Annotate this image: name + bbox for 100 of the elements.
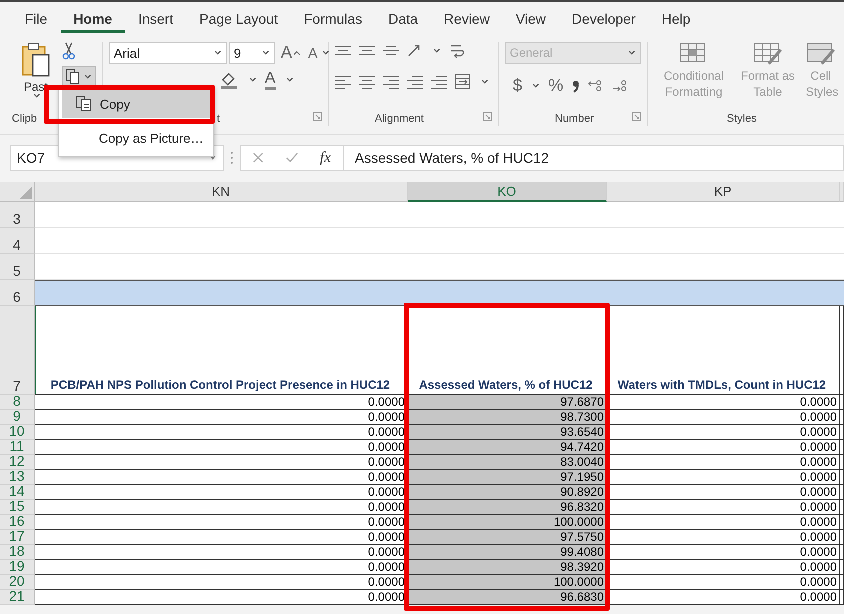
ribbon-tab[interactable]: Insert xyxy=(125,7,186,33)
row-header[interactable]: 8 xyxy=(0,395,35,410)
table-cell: 0.0000 xyxy=(35,410,408,425)
table-cell: 0.0000 xyxy=(35,515,408,530)
check-icon[interactable] xyxy=(286,152,298,164)
caret-icon[interactable] xyxy=(215,51,222,55)
table-cell: 100.0000 xyxy=(408,575,607,590)
caret-icon[interactable] xyxy=(263,51,270,55)
dialog-launcher-icon[interactable] xyxy=(483,112,492,121)
decrease-indent-icon[interactable] xyxy=(407,74,423,90)
row-header[interactable]: 6 xyxy=(0,280,35,306)
cell-brush-icon xyxy=(806,42,836,68)
row-header[interactable]: 16 xyxy=(0,515,35,530)
caret-icon[interactable] xyxy=(434,49,441,53)
align-right-icon[interactable] xyxy=(383,74,399,90)
column-header[interactable]: KN xyxy=(35,182,408,202)
ribbon-tab[interactable]: Data xyxy=(375,7,432,33)
caret-icon[interactable] xyxy=(629,51,636,55)
table-cell: 0.0000 xyxy=(35,440,408,455)
table-cell: 90.8920 xyxy=(408,485,607,500)
table-cell: 0.0000 xyxy=(35,590,408,605)
grow-font-button[interactable]: A xyxy=(281,43,292,63)
ribbon-tab[interactable]: Home xyxy=(60,7,126,33)
caret-icon[interactable] xyxy=(85,75,92,79)
menu-item[interactable]: Copy xyxy=(62,90,212,118)
row-header[interactable]: 20 xyxy=(0,575,35,590)
formula-field[interactable]: Assessed Waters, % of HUC12 xyxy=(343,145,844,171)
table-cell: 100.0000 xyxy=(408,515,607,530)
scissors-icon[interactable] xyxy=(62,42,76,60)
row-header[interactable]: 12 xyxy=(0,455,35,470)
row-header[interactable]: 5 xyxy=(0,254,35,280)
row-header[interactable]: 17 xyxy=(0,530,35,545)
font-color-button[interactable]: A xyxy=(265,70,276,90)
dialog-launcher-icon[interactable] xyxy=(313,112,322,121)
caret-icon[interactable] xyxy=(482,80,489,84)
increase-decimal-icon[interactable] xyxy=(588,79,604,93)
ribbon-tab[interactable]: Formulas xyxy=(291,7,376,33)
row-header[interactable]: 13 xyxy=(0,470,35,485)
merge-cells-icon[interactable] xyxy=(455,74,471,90)
table-cell: 98.7300 xyxy=(408,410,607,425)
align-bottom-icon[interactable] xyxy=(383,44,399,58)
shrink-font-button[interactable]: A xyxy=(308,45,318,61)
row-header[interactable]: 7 xyxy=(0,306,35,395)
font-name-field[interactable]: Arial xyxy=(109,42,227,64)
ribbon-tab[interactable]: View xyxy=(502,7,560,33)
table-cell: 99.4080 xyxy=(408,545,607,560)
row-header[interactable]: 11 xyxy=(0,440,35,455)
currency-button[interactable]: $ xyxy=(513,76,522,96)
table-cell: 0.0000 xyxy=(607,410,840,425)
table-cell: 0.0000 xyxy=(607,500,840,515)
table-cell: 96.6830 xyxy=(408,590,607,605)
align-middle-icon[interactable] xyxy=(359,44,375,58)
comma-style-icon[interactable] xyxy=(572,79,580,93)
clipboard-icon xyxy=(21,42,51,78)
caret-icon[interactable] xyxy=(250,78,257,82)
increase-indent-icon[interactable] xyxy=(431,74,447,90)
row-header[interactable]: 3 xyxy=(0,202,35,228)
table-cell: 0.0000 xyxy=(607,470,840,485)
table-cell: 0.0000 xyxy=(35,455,408,470)
dialog-launcher-icon[interactable] xyxy=(632,112,641,121)
align-center-icon[interactable] xyxy=(359,74,375,90)
row-header[interactable]: 9 xyxy=(0,410,35,425)
caret-icon[interactable] xyxy=(322,51,330,55)
table-cell: 0.0000 xyxy=(35,470,408,485)
font-size-field[interactable]: 9 xyxy=(229,42,275,64)
ribbon-tab[interactable]: Developer xyxy=(559,7,649,33)
row-header[interactable]: 21 xyxy=(0,590,35,605)
caret-icon[interactable] xyxy=(533,84,540,88)
row-header[interactable]: 15 xyxy=(0,500,35,515)
table-cell: 0.0000 xyxy=(607,485,840,500)
group-label: Clipb xyxy=(12,112,38,126)
ribbon-tab[interactable]: Page Layout xyxy=(186,7,292,33)
ribbon-tab[interactable]: Review xyxy=(431,7,503,33)
row-header[interactable]: 4 xyxy=(0,228,35,254)
decrease-decimal-icon[interactable] xyxy=(612,79,628,93)
table-brush-icon xyxy=(753,42,783,68)
row-header[interactable]: 10 xyxy=(0,425,35,440)
group-label: Number xyxy=(555,112,594,126)
column-header[interactable]: KO xyxy=(408,182,607,202)
table-cell: 0.0000 xyxy=(607,515,840,530)
table-cell: 97.5750 xyxy=(408,530,607,545)
percent-button[interactable]: % xyxy=(548,76,564,96)
row-header[interactable]: 14 xyxy=(0,485,35,500)
column-header[interactable]: KP xyxy=(607,182,840,202)
insert-function-button[interactable]: fx xyxy=(320,150,331,166)
ribbon-tab[interactable]: File xyxy=(12,7,61,33)
table-cell: 0.0000 xyxy=(35,545,408,560)
drag-handle-icon[interactable] xyxy=(230,151,234,165)
table-cell: 0.0000 xyxy=(607,530,840,545)
group-label: t xyxy=(217,112,220,126)
align-top-icon[interactable] xyxy=(335,44,351,58)
table-cell: 0.0000 xyxy=(35,530,408,545)
table-cell: 83.0040 xyxy=(408,455,607,470)
caret-icon[interactable] xyxy=(34,94,41,98)
table-cell: 0.0000 xyxy=(607,425,840,440)
caret-icon[interactable] xyxy=(286,78,294,82)
align-left-icon[interactable] xyxy=(335,74,351,90)
row-header[interactable]: 18 xyxy=(0,545,35,560)
row-header[interactable]: 19 xyxy=(0,560,35,575)
ribbon-tab[interactable]: Help xyxy=(648,7,704,33)
